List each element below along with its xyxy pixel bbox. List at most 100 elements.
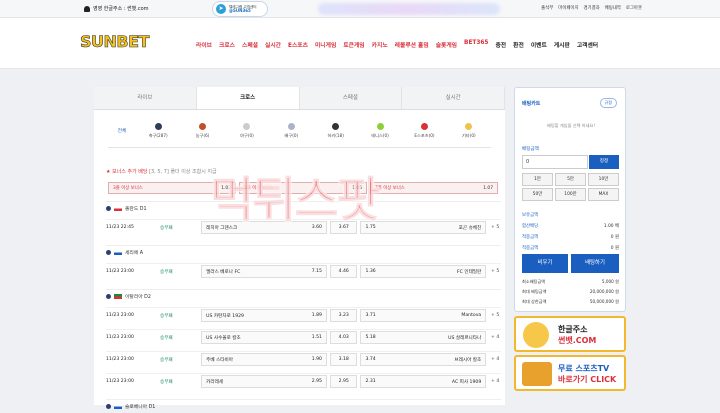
amount-chip[interactable]: 5만 xyxy=(555,173,586,186)
nav-item[interactable]: 환전 xyxy=(513,40,524,49)
nav-item[interactable]: 충전 xyxy=(495,40,506,49)
more-markets-button[interactable]: + 4 xyxy=(489,379,501,384)
ad-sports-tv-banner[interactable]: 무료 스포츠TV 바로가기 CLICK xyxy=(514,355,626,391)
sport-all[interactable]: 전체 xyxy=(108,128,136,134)
tab-item[interactable]: 크로스 xyxy=(196,87,300,109)
draw-odds-button[interactable]: 4.46 xyxy=(329,265,358,278)
link-mypage[interactable]: 마이페이지 xyxy=(558,5,578,11)
away-odds-button[interactable]: 2.31 AC 피사 1909 xyxy=(360,375,487,388)
home-odds-button[interactable]: US 카탄차로 1929 1.89 xyxy=(201,309,327,322)
sport-filter-item[interactable]: 농구(6) xyxy=(180,122,224,139)
more-markets-button[interactable]: + 5 xyxy=(489,313,501,318)
nav-item[interactable]: 라이브 xyxy=(196,40,212,49)
nav-item[interactable]: 이벤트 xyxy=(531,40,547,49)
sport-filter-item[interactable]: 야구(0) xyxy=(225,122,269,139)
more-markets-button[interactable]: + 4 xyxy=(489,335,501,340)
away-team: Mantova xyxy=(461,313,482,318)
nav-item[interactable]: 게시판 xyxy=(554,40,570,49)
away-odds-button[interactable]: 3.74 브레시아 칼초 xyxy=(360,353,487,366)
rules-button[interactable]: 규정 xyxy=(599,98,617,108)
away-odds-button[interactable]: 1.75 포곤 슈체친 xyxy=(360,221,487,234)
summary-line: 적중금액 0 원 xyxy=(522,245,619,251)
slip-title: 배팅카트 xyxy=(522,101,541,107)
sport-ball-icon xyxy=(420,122,428,130)
tab-item[interactable]: 실시간 xyxy=(402,87,505,109)
sport-filter-item[interactable]: 배구(0) xyxy=(269,122,313,139)
place-bet-button[interactable]: 배팅하기 xyxy=(571,254,619,273)
away-odds: 3.71 xyxy=(365,313,376,318)
home-odds-button[interactable]: 카라레세 2.95 xyxy=(201,375,327,388)
away-odds-button[interactable]: 3.71 Mantova xyxy=(360,309,487,322)
more-markets-button[interactable]: + 5 xyxy=(489,225,501,230)
sport-filter-item[interactable]: 하키(18) xyxy=(314,122,358,139)
away-odds-button[interactable]: 1.36 FC 인테밀란 xyxy=(360,265,487,278)
amount-chip[interactable]: 10만 xyxy=(588,173,619,186)
match-time: 11/23 23:00 xyxy=(106,313,134,318)
link-attendance[interactable]: 출석부 xyxy=(541,5,553,11)
ad2-line2: 바로가기 CLICK xyxy=(558,375,617,384)
nav-item[interactable]: 실시간 xyxy=(265,40,281,49)
tab-item[interactable]: 스페셜 xyxy=(299,87,403,109)
tab-item[interactable]: 라이브 xyxy=(94,87,197,109)
amount-chip[interactable]: 1만 xyxy=(522,173,553,186)
home-odds-button[interactable]: US 사수올로 칼초 1.51 xyxy=(201,331,327,344)
more-markets-button[interactable]: + 4 xyxy=(489,357,501,362)
nav-item[interactable]: BET365 xyxy=(464,40,488,49)
nav-item[interactable]: 스페셜 xyxy=(242,40,258,49)
amount-reset-button[interactable]: 정정 xyxy=(589,155,619,169)
league-icon xyxy=(106,206,111,211)
amount-label: 배팅금액 xyxy=(522,147,539,152)
draw-odds-button[interactable]: 4.03 xyxy=(329,331,358,344)
home-team: 주베 스타비아 xyxy=(206,357,233,363)
telegram-line2: @SUN365 xyxy=(229,8,251,13)
link-results[interactable]: 경기결과 xyxy=(583,5,599,11)
sport-filter-item[interactable]: 기타(0) xyxy=(447,122,491,139)
header: SUNBET 라이브 크로스 스페셜 실시간 E스포츠 미니게임 토큰게임 카지노 레볼루션 홀… xyxy=(0,18,720,69)
market-label: 승무패 xyxy=(159,225,173,231)
sport-ball-icon xyxy=(199,122,207,130)
bonus-value: 1.07 xyxy=(483,185,493,191)
away-odds: 5.18 xyxy=(365,335,376,340)
clear-button[interactable]: 비우기 xyxy=(522,254,568,273)
nav-item[interactable]: 고객센터 xyxy=(577,40,598,49)
amount-chip[interactable]: 100만 xyxy=(555,188,586,201)
amount-input[interactable]: 0 xyxy=(522,155,588,169)
draw-odds-button[interactable]: 2.95 xyxy=(329,375,358,388)
home-odds: 1.51 xyxy=(311,335,322,340)
nav-item[interactable]: 토큰게임 xyxy=(343,40,364,49)
away-team: FC 인테밀란 xyxy=(457,269,482,275)
amount-chips: 1만 5만 10만 50만 100만 MAX xyxy=(522,173,619,201)
nav-item[interactable]: 카지노 xyxy=(372,40,388,49)
nav-item[interactable]: E스포츠 xyxy=(288,40,308,49)
bet-slip: 배팅카트 규정 배팅할 게임을 선택 하세요! 배팅금액 0 정정 1만 5만 10… xyxy=(514,87,626,312)
site-logo[interactable]: SUNBET xyxy=(80,32,150,52)
amount-chip[interactable]: 50만 xyxy=(522,188,553,201)
draw-odds-button[interactable]: 3.18 xyxy=(329,353,358,366)
away-odds-button[interactable]: 5.18 US 살레르니타나 xyxy=(360,331,487,344)
bonus-cell[interactable]: 7폴 이상 보너스 1.07 xyxy=(370,182,498,194)
sport-filter-item[interactable]: E스포츠(0) xyxy=(402,122,446,139)
home-odds-button[interactable]: 엘라스 베로나 FC 7.15 xyxy=(201,265,327,278)
sport-filter-item[interactable]: 테니스(0) xyxy=(358,122,402,139)
limit-label: 최소배팅금액 xyxy=(522,279,546,284)
home-odds-button[interactable]: 주베 스타비아 1.90 xyxy=(201,353,327,366)
sport-label: 축구(287) xyxy=(148,132,168,138)
nav-item[interactable]: 크로스 xyxy=(219,40,235,49)
nav-item[interactable]: 미니게임 xyxy=(315,40,336,49)
league-header: 이탈리아 D2 xyxy=(106,289,501,303)
sport-filter-item[interactable]: 축구(287) xyxy=(136,122,180,139)
nav-item[interactable]: 레볼루션 홀덤 xyxy=(395,40,429,49)
flag-icon xyxy=(114,206,122,211)
sport-filter: 전체 축구(287) 농구(6) 야구(0) 배구(0) 하키(18) 테니스(0) E스포… xyxy=(108,114,491,148)
nav-item[interactable]: 슬롯게임 xyxy=(436,40,457,49)
away-team: 포곤 슈체친 xyxy=(458,225,482,231)
link-bet-history[interactable]: 배팅내역 xyxy=(605,5,621,11)
draw-odds-button[interactable]: 3.23 xyxy=(329,309,358,322)
link-logout[interactable]: 로그아웃 xyxy=(626,5,642,11)
telegram-button[interactable]: ➤ 텔레그램 고객센터 @SUN365 xyxy=(212,1,268,17)
limit-value: 5,000 원 xyxy=(601,279,619,284)
ad-domain-banner[interactable]: 한글주소 썬뱃.COM xyxy=(514,316,626,352)
amount-chip[interactable]: MAX xyxy=(588,188,619,201)
top-bar: 영영 한글주소 : 썬뱃.com ➤ 텔레그램 고객센터 @SUN365 출석부… xyxy=(0,0,720,18)
more-markets-button[interactable]: + 5 xyxy=(489,269,501,274)
